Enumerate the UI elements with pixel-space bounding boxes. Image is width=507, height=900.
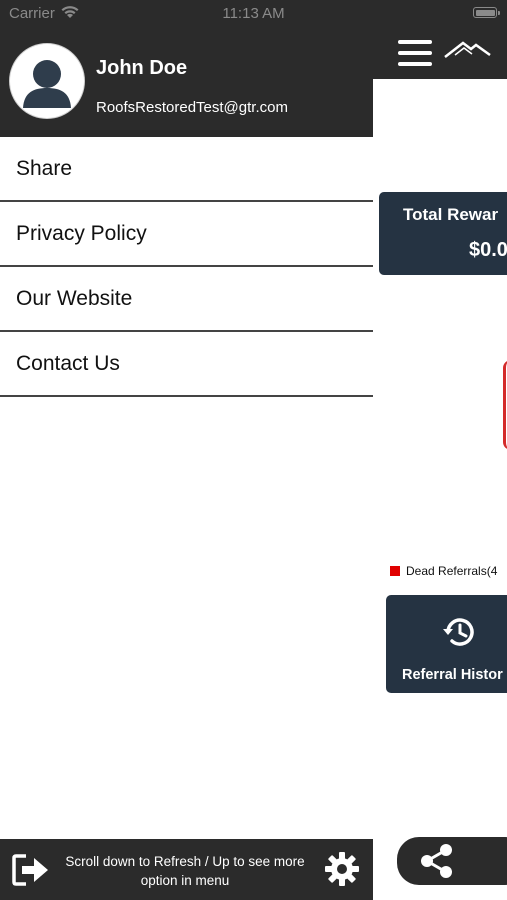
roof-logo-icon xyxy=(443,35,493,70)
total-rewards-card[interactable]: Total Rewar $0.0 xyxy=(379,192,507,275)
referral-history-button[interactable]: Referral Histor xyxy=(386,595,507,693)
referrals-pie-chart xyxy=(503,360,507,450)
refresh-hint-line2: option in menu xyxy=(140,873,230,888)
menu-item-label: Share xyxy=(16,156,73,180)
menu-item-contact-us[interactable]: Contact Us xyxy=(0,332,373,397)
refresh-hint-line1: Scroll down to Refresh / Up to see more xyxy=(65,854,305,869)
status-bar: Carrier 11:13 AM xyxy=(0,0,507,27)
legend-label: Dead Referrals(4 xyxy=(406,564,498,578)
menu-item-label: Our Website xyxy=(16,286,133,310)
refresh-hint: Scroll down to Refresh / Up to see more … xyxy=(52,852,318,890)
chart-legend: Dead Referrals(4 xyxy=(390,564,497,578)
drawer-menu: Share Privacy Policy Our Website Contact… xyxy=(0,137,373,397)
menu-item-share[interactable]: Share xyxy=(0,137,373,202)
share-fab-button[interactable] xyxy=(397,837,507,885)
legend-swatch-red xyxy=(390,566,400,576)
battery-icon xyxy=(473,7,500,18)
rewards-amount: $0.0 xyxy=(469,239,507,261)
history-icon xyxy=(440,613,478,656)
referral-history-label: Referral Histor xyxy=(402,667,503,683)
hamburger-icon[interactable] xyxy=(398,40,432,66)
navigation-drawer: John Doe RoofsRestoredTest@gtr.com Share… xyxy=(0,27,373,900)
menu-item-our-website[interactable]: Our Website xyxy=(0,267,373,332)
status-time: 11:13 AM xyxy=(222,5,285,22)
user-avatar-icon[interactable] xyxy=(10,44,84,118)
drawer-header: John Doe RoofsRestoredTest@gtr.com xyxy=(0,27,373,137)
share-icon xyxy=(419,843,455,884)
menu-item-label: Contact Us xyxy=(16,351,120,375)
logout-icon[interactable] xyxy=(12,853,50,892)
menu-item-privacy-policy[interactable]: Privacy Policy xyxy=(0,202,373,267)
user-email: RoofsRestoredTest@gtr.com xyxy=(96,99,288,116)
gear-icon[interactable] xyxy=(324,851,360,892)
user-name: John Doe xyxy=(96,57,188,79)
rewards-title: Total Rewar xyxy=(403,205,499,224)
menu-item-label: Privacy Policy xyxy=(16,221,147,245)
main-header xyxy=(373,27,507,79)
drawer-footer: Scroll down to Refresh / Up to see more … xyxy=(0,839,373,900)
